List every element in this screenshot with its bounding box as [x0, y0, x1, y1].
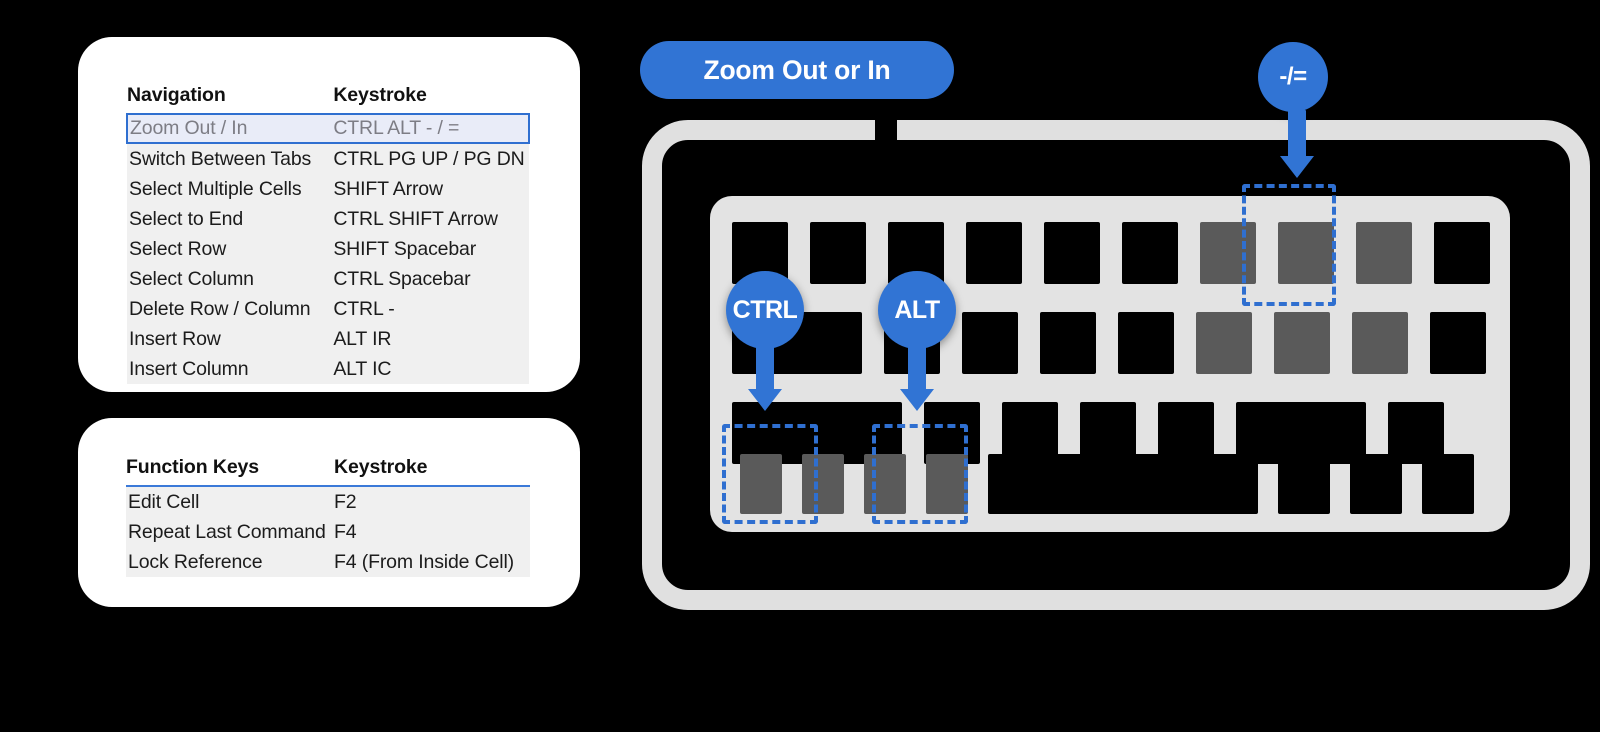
shortcut-keystroke: F4 (From Inside Cell) — [334, 547, 530, 577]
badge-alt: ALT — [878, 271, 956, 349]
shortcut-keystroke: CTRL - — [333, 294, 529, 324]
navigation-shortcuts-table: Navigation Keystroke Zoom Out / In CTRL A… — [125, 84, 530, 384]
table-row[interactable]: Select Row SHIFT Spacebar — [127, 234, 529, 264]
table-row[interactable]: Select Column CTRL Spacebar — [127, 264, 529, 294]
arrow-shaft — [756, 345, 774, 391]
shortcut-action: Select Multiple Cells — [127, 174, 334, 204]
table-row[interactable]: Zoom Out / In CTRL ALT - / = — [125, 113, 530, 144]
arrow-shaft — [908, 345, 926, 391]
shortcut-keystroke: CTRL SHIFT Arrow — [333, 204, 529, 234]
shortcut-keystroke: ALT IC — [333, 354, 529, 384]
shortcut-keystroke: ALT IR — [333, 324, 529, 354]
table-row[interactable]: Repeat Last Command F4 — [126, 517, 530, 547]
keyboard-key[interactable] — [1118, 312, 1174, 374]
column-header-keystroke: Keystroke — [333, 84, 427, 106]
keyboard-key[interactable] — [1356, 222, 1412, 284]
badge-ctrl: CTRL — [726, 271, 804, 349]
keyboard-key[interactable] — [1122, 222, 1178, 284]
column-header-navigation: Navigation — [127, 84, 226, 106]
function-keys-table-body: Edit Cell F2 Repeat Last Command F4 Lock Ref… — [126, 486, 530, 577]
shortcut-keystroke: SHIFT Spacebar — [333, 234, 529, 264]
shortcut-keystroke: SHIFT Arrow — [333, 174, 529, 204]
table-row[interactable]: Select to End CTRL SHIFT Arrow — [127, 204, 529, 234]
shortcut-keystroke: CTRL PG UP / PG DN — [333, 143, 529, 174]
navigation-table-body: Zoom Out / In CTRL ALT - / = Switch Betwee… — [125, 113, 530, 384]
keyboard-key[interactable] — [810, 222, 866, 284]
shortcut-action: Select to End — [127, 204, 334, 234]
keyboard-key[interactable] — [962, 312, 1018, 374]
arrow-down-ctrl — [745, 345, 785, 415]
shortcut-action: Insert Column — [127, 354, 334, 384]
highlight-ctrl-key — [722, 424, 818, 524]
highlight-minus-equals-key — [1242, 184, 1336, 306]
table-row[interactable]: Insert Column ALT IC — [127, 354, 529, 384]
keyboard-illustration: Zoom Out or In CTRL ALT -/= — [620, 0, 1600, 732]
shortcut-action: Select Row — [127, 234, 334, 264]
arrow-shaft — [1288, 110, 1306, 158]
table-header-row: Function Keys Keystroke — [126, 456, 530, 486]
arrow-head — [748, 389, 782, 411]
keyboard-key[interactable] — [1278, 454, 1330, 514]
badge-minus-equals: -/= — [1258, 42, 1328, 112]
shortcut-action: Switch Between Tabs — [127, 143, 334, 174]
column-header-function-keys: Function Keys — [126, 456, 260, 478]
table-row[interactable]: Switch Between Tabs CTRL PG UP / PG DN — [127, 143, 529, 174]
shortcut-action: Delete Row / Column — [127, 294, 334, 324]
table-row[interactable]: Edit Cell F2 — [126, 486, 530, 517]
shortcut-keystroke: F2 — [334, 486, 530, 517]
table-row[interactable]: Delete Row / Column CTRL - — [127, 294, 529, 324]
highlight-alt-key — [872, 424, 968, 524]
shortcut-keystroke: F4 — [334, 517, 530, 547]
table-row[interactable]: Select Multiple Cells SHIFT Arrow — [127, 174, 529, 204]
arrow-down-minus-equals — [1277, 110, 1317, 182]
table-header-row: Navigation Keystroke — [127, 84, 529, 114]
keyboard-key[interactable] — [1352, 312, 1408, 374]
device-frame-notch — [875, 112, 897, 148]
navigation-shortcuts-card: Navigation Keystroke Zoom Out / In CTRL A… — [78, 37, 580, 392]
shortcut-keystroke: CTRL ALT - / = — [333, 113, 530, 144]
shortcut-action: Select Column — [127, 264, 334, 294]
keyboard-key[interactable] — [1430, 312, 1486, 374]
page-root: Navigation Keystroke Zoom Out / In CTRL A… — [0, 0, 1600, 732]
function-keys-table: Function Keys Keystroke Edit Cell F2 Repea… — [126, 456, 530, 577]
keyboard-key[interactable] — [1274, 312, 1330, 374]
shortcut-action: Zoom Out / In — [125, 113, 334, 144]
shortcut-action: Edit Cell — [126, 486, 334, 517]
arrow-head — [900, 389, 934, 411]
keyboard-key[interactable] — [1044, 222, 1100, 284]
table-row[interactable]: Insert Row ALT IR — [127, 324, 529, 354]
keyboard-key[interactable] — [1434, 222, 1490, 284]
shortcut-action: Lock Reference — [126, 547, 334, 577]
keyboard-key[interactable] — [1422, 454, 1474, 514]
table-row[interactable]: Lock Reference F4 (From Inside Cell) — [126, 547, 530, 577]
keyboard-key[interactable] — [1040, 312, 1096, 374]
function-keys-card: Function Keys Keystroke Edit Cell F2 Repea… — [78, 418, 580, 607]
arrow-down-alt — [897, 345, 937, 415]
keyboard-key[interactable] — [988, 454, 1258, 514]
shortcut-action: Repeat Last Command — [126, 517, 334, 547]
column-header-keystroke: Keystroke — [334, 456, 428, 478]
shortcut-action: Insert Row — [127, 324, 334, 354]
keyboard-key[interactable] — [966, 222, 1022, 284]
keyboard-key[interactable] — [1350, 454, 1402, 514]
arrow-head — [1280, 156, 1314, 178]
shortcut-keystroke: CTRL Spacebar — [333, 264, 529, 294]
title-pill: Zoom Out or In — [640, 41, 954, 99]
keyboard-plate — [710, 184, 1510, 532]
keyboard-key[interactable] — [1196, 312, 1252, 374]
